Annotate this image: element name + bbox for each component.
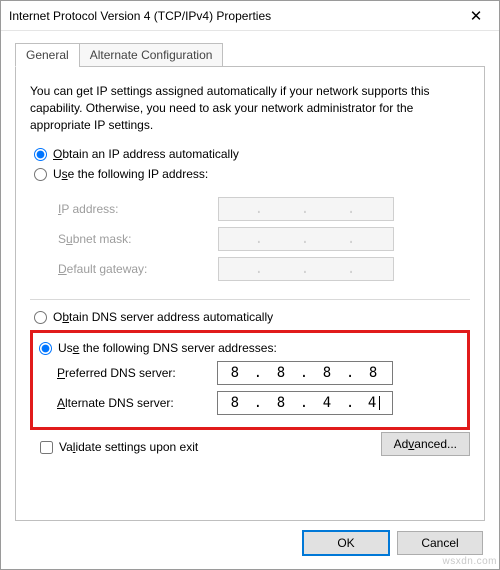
window-title: Internet Protocol Version 4 (TCP/IPv4) P… xyxy=(9,9,453,23)
radio-ip-auto[interactable] xyxy=(34,148,47,161)
intro-text: You can get IP settings assigned automat… xyxy=(30,83,470,133)
label-preferred-dns: Preferred DNS server: xyxy=(57,366,217,380)
label-ip-address: IP address: xyxy=(58,202,218,216)
radio-dns-auto[interactable] xyxy=(34,311,47,324)
radio-dns-auto-label: Obtain DNS server address automatically xyxy=(53,310,273,324)
dns-highlight-box: Use the following DNS server addresses: … xyxy=(30,330,470,430)
radio-dns-manual-label: Use the following DNS server addresses: xyxy=(58,341,277,355)
row-subnet-mask: Subnet mask: ... xyxy=(30,227,470,251)
input-default-gateway: ... xyxy=(218,257,394,281)
tab-strip: General Alternate Configuration xyxy=(15,43,485,67)
row-alternate-dns: Alternate DNS server: 8. 8. 4. 4 xyxy=(39,391,461,415)
dialog-buttons: OK Cancel xyxy=(15,521,485,555)
radio-ip-manual-row[interactable]: Use the following IP address: xyxy=(34,167,470,181)
row-preferred-dns: Preferred DNS server: 8. 8. 8. 8 xyxy=(39,361,461,385)
tab-alternate-configuration[interactable]: Alternate Configuration xyxy=(79,43,224,67)
radio-dns-auto-row[interactable]: Obtain DNS server address automatically xyxy=(34,310,470,324)
radio-dns-manual[interactable] xyxy=(39,342,52,355)
watermark: wsxdn.com xyxy=(442,556,497,567)
validate-label: Validate settings upon exit xyxy=(59,440,198,454)
radio-ip-auto-row[interactable]: Obtain an IP address automatically xyxy=(34,147,470,161)
input-preferred-dns[interactable]: 8. 8. 8. 8 xyxy=(217,361,393,385)
advanced-button[interactable]: Advanced... xyxy=(381,432,470,456)
label-subnet-mask: Subnet mask: xyxy=(58,232,218,246)
ip-fields-group: IP address: ... Subnet mask: ... Default… xyxy=(30,187,470,300)
cancel-button[interactable]: Cancel xyxy=(397,531,483,555)
ok-button[interactable]: OK xyxy=(303,531,389,555)
radio-ip-auto-label: Obtain an IP address automatically xyxy=(53,147,239,161)
tab-general[interactable]: General xyxy=(15,43,80,67)
checkbox-validate[interactable] xyxy=(40,441,53,454)
label-default-gateway: Default gateway: xyxy=(58,262,218,276)
input-alternate-dns[interactable]: 8. 8. 4. 4 xyxy=(217,391,393,415)
row-ip-address: IP address: ... xyxy=(30,197,470,221)
client-area: General Alternate Configuration You can … xyxy=(1,31,499,569)
dialog-window: Internet Protocol Version 4 (TCP/IPv4) P… xyxy=(0,0,500,570)
input-subnet-mask: ... xyxy=(218,227,394,251)
close-button[interactable]: ✕ xyxy=(453,1,499,31)
radio-ip-manual[interactable] xyxy=(34,168,47,181)
titlebar: Internet Protocol Version 4 (TCP/IPv4) P… xyxy=(1,1,499,31)
label-alternate-dns: Alternate DNS server: xyxy=(57,396,217,410)
close-icon: ✕ xyxy=(470,7,483,25)
row-default-gateway: Default gateway: ... xyxy=(30,257,470,281)
text-caret xyxy=(379,396,380,410)
input-ip-address: ... xyxy=(218,197,394,221)
radio-ip-manual-label: Use the following IP address: xyxy=(53,167,208,181)
radio-dns-manual-row[interactable]: Use the following DNS server addresses: xyxy=(39,341,461,355)
tab-body-general: You can get IP settings assigned automat… xyxy=(15,66,485,521)
